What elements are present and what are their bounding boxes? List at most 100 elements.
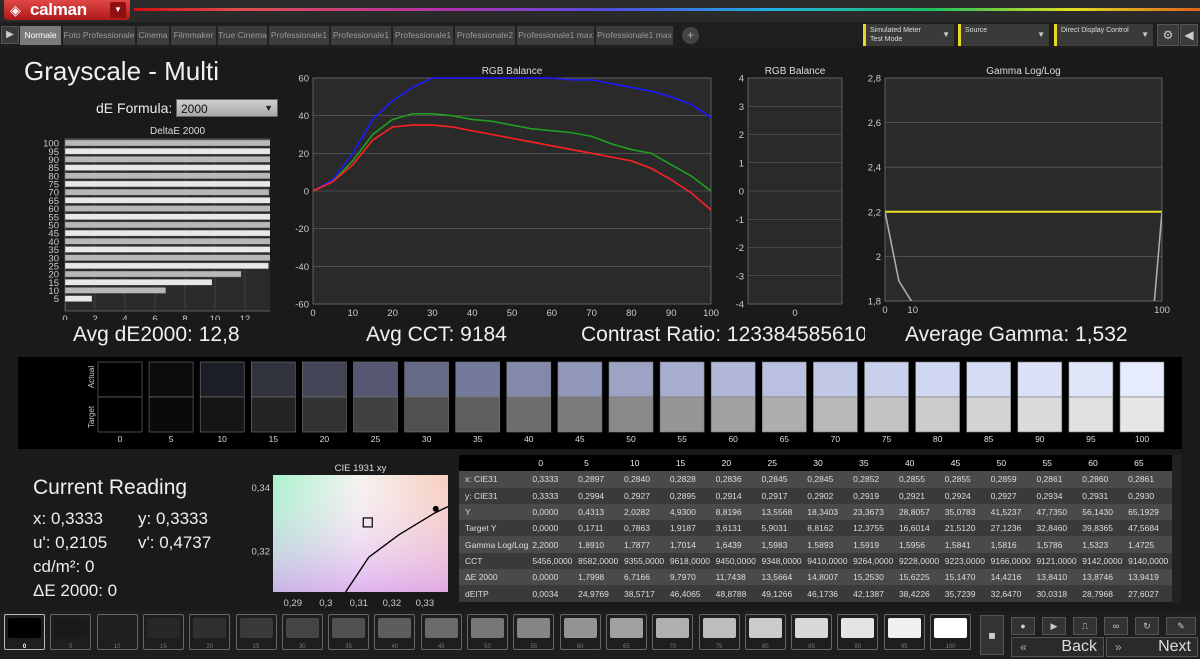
- patch-button-0[interactable]: 0: [4, 614, 45, 650]
- scroll-left-button[interactable]: ◀: [1180, 24, 1198, 46]
- table-row[interactable]: Y 0,0000 0,4313 2,0282 4,9300 8,8196 13,5568 18…: [459, 503, 1172, 521]
- patch-button-60[interactable]: 60: [559, 614, 601, 650]
- patch-button-20[interactable]: 20: [189, 614, 231, 650]
- tab-4[interactable]: True Cinema: [218, 26, 268, 45]
- patch-button-15[interactable]: 15: [142, 614, 184, 650]
- tab-10[interactable]: Professionale1 max: [596, 26, 674, 45]
- tab-8[interactable]: Professionale2: [455, 26, 516, 45]
- patch-button-50[interactable]: 50: [467, 614, 508, 650]
- edit-button[interactable]: ✎: [1166, 617, 1196, 635]
- patch-button-55[interactable]: 55: [513, 614, 555, 650]
- patch-button-5[interactable]: 5: [50, 614, 92, 650]
- patch-button-100[interactable]: 100: [930, 614, 971, 650]
- patch-color: [424, 618, 458, 638]
- back-label: Back: [1061, 638, 1097, 655]
- tab-5[interactable]: Professionale1: [269, 26, 330, 45]
- play-button[interactable]: ▶: [1042, 617, 1066, 635]
- table-row[interactable]: y: CIE31 0,3333 0,2994 0,2927 0,2895 0,2914 0,…: [459, 487, 1172, 504]
- table-cell: 9166,0000: [988, 552, 1035, 570]
- column-header: [459, 455, 531, 472]
- patch-button-85[interactable]: 85: [791, 614, 833, 650]
- row-label: x: CIE31: [459, 471, 531, 488]
- tab-9[interactable]: Professionale1 max: [517, 26, 595, 45]
- table-row[interactable]: x: CIE31 0,3333 0,2897 0,2840 0,2828 0,2836 0,…: [459, 471, 1172, 488]
- swatch-actual: [1068, 361, 1114, 398]
- patch-button-10[interactable]: 10: [96, 614, 138, 650]
- table-cell: 32,6470: [988, 585, 1035, 602]
- tab-0[interactable]: Normale: [20, 26, 62, 45]
- display-control-selector[interactable]: Direct Display Control ▼: [1054, 24, 1153, 46]
- patch-button-40[interactable]: 40: [374, 614, 416, 650]
- patch-label: 10: [113, 644, 121, 650]
- reading-delta-e: ΔE 2000: 0: [33, 581, 118, 600]
- back-button[interactable]: « Back: [1011, 637, 1104, 657]
- chart-title: DeltaE 2000: [150, 126, 205, 137]
- swatch-label: 60: [728, 434, 738, 444]
- patch-button-65[interactable]: 65: [605, 614, 647, 650]
- table-cell: 9450,0000: [713, 552, 760, 570]
- table-cell: 1,7014: [667, 536, 714, 553]
- table-row[interactable]: Gamma Log/Log 2,2000 1,8910 1,7877 1,7014 1,6…: [459, 536, 1172, 553]
- table-cell: 12,3755: [851, 520, 897, 537]
- patch-button-90[interactable]: 90: [837, 614, 879, 650]
- swatch-label: 65: [780, 434, 790, 444]
- loop-button[interactable]: ∞: [1104, 617, 1128, 635]
- patch-button-80[interactable]: 80: [744, 614, 786, 650]
- record-button[interactable]: ●: [1011, 617, 1035, 635]
- table-cell: 0,2855: [896, 471, 943, 488]
- table-row[interactable]: dEITP 0,0034 24,9769 38,5717 46,4065 48,8788 4…: [459, 585, 1172, 602]
- settings-button[interactable]: ⚙: [1157, 24, 1179, 46]
- swatch-actual: [966, 361, 1012, 398]
- add-tab-button[interactable]: +: [682, 27, 699, 44]
- source-selector[interactable]: Source ▼: [958, 24, 1049, 46]
- swatch-target: [1017, 396, 1063, 433]
- tab-7[interactable]: Professionale1: [393, 26, 454, 45]
- patch-button-75[interactable]: 75: [698, 614, 740, 650]
- read-series-button[interactable]: ⎍: [1073, 617, 1097, 635]
- tab-scroll-left-button[interactable]: ▶: [1, 26, 19, 44]
- column-header: 0: [530, 455, 577, 472]
- tab-2[interactable]: Cinema: [137, 26, 170, 45]
- patch-button-35[interactable]: 35: [328, 614, 370, 650]
- bar: [64, 246, 270, 253]
- table-cell: 16,6014: [896, 520, 943, 537]
- swatch-target: [148, 396, 194, 433]
- table-row[interactable]: ΔE 2000 0,0000 1,7998 6,7166 9,7970 11,7438 13…: [459, 569, 1172, 586]
- tab-6[interactable]: Professionale1: [331, 26, 392, 45]
- cie-1931-chart: CIE 1931 xy 0,29 0,3 0,31 0,32 0,33 0,34 0,32: [252, 463, 449, 609]
- de-formula-select[interactable]: 2000 ▼: [176, 99, 278, 117]
- patch-button-95[interactable]: 95: [883, 614, 925, 650]
- row-label: Y: [459, 503, 531, 521]
- calman-logo[interactable]: ◈ calman ▼: [4, 0, 130, 20]
- tab-3[interactable]: Filmmaker: [171, 26, 217, 45]
- reading-y: y: 0,3333: [138, 509, 208, 528]
- swatch-target: [608, 396, 654, 433]
- bar: [64, 229, 270, 237]
- patch-label: 60: [576, 644, 584, 650]
- tab-1[interactable]: Foto Professionale: [63, 26, 136, 45]
- x-tick-label: 90: [666, 308, 677, 319]
- double-chevron-left-icon: «: [1020, 640, 1027, 654]
- column-header: 40: [896, 455, 943, 472]
- swatch-actual: [813, 361, 858, 398]
- table-row[interactable]: Target Y 0,0000 0,1711 0,7863 1,9187 3,6131 5,…: [459, 520, 1172, 537]
- chevron-down-icon[interactable]: ▼: [110, 2, 126, 18]
- y-tick-label: 2,8: [868, 74, 881, 85]
- refresh-button[interactable]: ↻: [1135, 617, 1159, 635]
- patch-button-70[interactable]: 70: [652, 614, 694, 650]
- table-row[interactable]: CCT 5456,0000 8582,0000 9355,0000 9618,0000 9…: [459, 552, 1172, 570]
- table-cell: 9618,0000: [667, 552, 714, 570]
- patch-button-45[interactable]: 45: [420, 614, 462, 650]
- patch-color: [285, 618, 319, 638]
- table-scrollbar[interactable]: [1172, 455, 1182, 603]
- column-header: 10: [621, 455, 668, 472]
- swatch-actual: [404, 361, 449, 398]
- patch-button-30[interactable]: 30: [281, 614, 323, 650]
- next-button[interactable]: » Next: [1106, 637, 1198, 657]
- chart-title: CIE 1931 xy: [335, 463, 387, 474]
- contrast-ratio-stat: Contrast Ratio: 12338458561000: [581, 323, 865, 346]
- swatch-label: 30: [422, 434, 432, 444]
- patch-button-25[interactable]: 25: [235, 614, 277, 650]
- stop-button[interactable]: ⏹: [980, 615, 1004, 655]
- meter-selector[interactable]: Simulated Meter Test Mode ▼: [863, 24, 954, 46]
